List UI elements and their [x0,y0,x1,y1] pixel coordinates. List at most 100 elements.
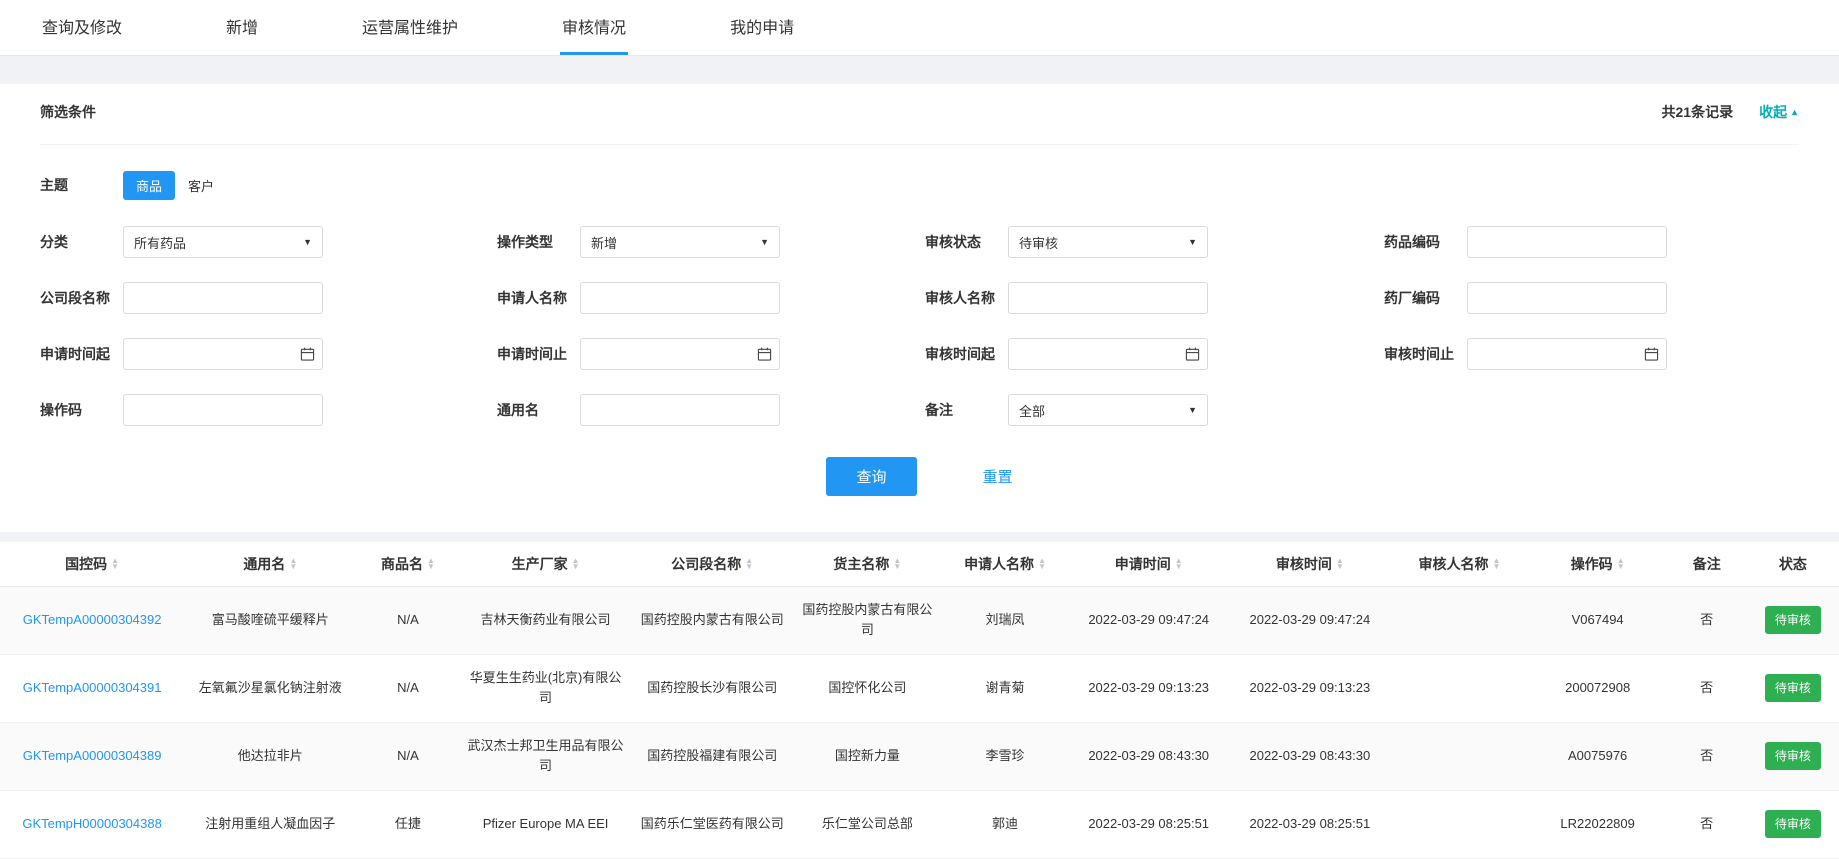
review-time-from-input[interactable] [1008,338,1208,370]
category-select[interactable]: 所有药品 ▼ [123,226,323,258]
op-code-input[interactable] [123,394,323,426]
cell-remark: 否 [1667,654,1747,722]
op-code-label: 操作码 [40,400,123,420]
cell-product-name: N/A [356,654,459,722]
review-time-to-input[interactable] [1467,338,1667,370]
cell-national-code: GKTempA00000304389 [0,722,184,790]
cell-company-segment: 国药控股内蒙古有限公司 [632,586,793,654]
drug-code-label: 药品编码 [1384,232,1467,252]
calendar-icon[interactable] [1185,347,1200,362]
col-status: 状态 [1747,542,1839,586]
col-national-code[interactable]: 国控码▲▼ [0,542,184,586]
sort-icon: ▲▼ [745,558,753,570]
national-code-link[interactable]: GKTempA00000304389 [23,748,162,763]
cell-company-segment: 国药乐仁堂医药有限公司 [632,790,793,858]
cell-applicant-name: 刘瑞凤 [942,586,1068,654]
col-label: 状态 [1779,554,1807,574]
generic-name-label: 通用名 [497,400,580,420]
remark-label: 备注 [925,400,1008,420]
applicant-name-input[interactable] [580,282,780,314]
table-row: GKTempA00000304391 左氧氟沙星氯化钠注射液 N/A 华夏生生药… [0,654,1839,722]
cell-manufacturer: 武汉杰士邦卫生用品有限公司 [459,722,631,790]
topic-product-chip[interactable]: 商品 [123,171,175,200]
national-code-link[interactable]: GKTempA00000304391 [23,680,162,695]
filter-field-review-status: 审核状态 待审核 ▼ [925,225,1384,259]
col-reviewer-name[interactable]: 审核人名称▲▼ [1390,542,1528,586]
filter-field-apply-time-to: 申请时间止 [497,337,925,371]
remark-select[interactable]: 全部 ▼ [1008,394,1208,426]
calendar-icon[interactable] [757,347,772,362]
cell-status: 待审核 [1747,654,1839,722]
filter-field-op-code: 操作码 [40,393,497,427]
col-review-time[interactable]: 审核时间▲▼ [1229,542,1390,586]
cell-generic-name: 注射用重组人凝血因子 [184,790,356,858]
col-apply-time[interactable]: 申请时间▲▼ [1068,542,1229,586]
col-label: 国控码 [65,554,107,574]
tab-operation-attr-maintenance[interactable]: 运营属性维护 [360,0,460,55]
tab-add-new[interactable]: 新增 [224,0,260,55]
cell-generic-name: 他达拉非片 [184,722,356,790]
national-code-link[interactable]: GKTempH00000304388 [22,816,162,831]
topic-customer-chip[interactable]: 客户 [175,171,227,200]
review-status-selected-value: 待审核 [1019,233,1058,252]
col-company-segment[interactable]: 公司段名称▲▼ [632,542,793,586]
apply-time-from-input[interactable] [123,338,323,370]
col-label: 审核人名称 [1419,554,1489,574]
calendar-icon[interactable] [1644,347,1659,362]
col-operation-code[interactable]: 操作码▲▼ [1529,542,1667,586]
col-label: 操作码 [1571,554,1613,574]
sort-icon: ▲▼ [893,558,901,570]
reviewer-name-input[interactable] [1008,282,1208,314]
cell-applicant-name: 郭迪 [942,790,1068,858]
factory-code-input[interactable] [1467,282,1667,314]
calendar-icon[interactable] [300,347,315,362]
category-selected-value: 所有药品 [134,233,186,252]
cell-owner-name: 国药控股内蒙古有限公司 [793,586,942,654]
status-badge[interactable]: 待审核 [1765,606,1821,635]
status-badge[interactable]: 待审核 [1765,810,1821,839]
col-label: 生产厂家 [512,554,568,574]
cell-manufacturer: Pfizer Europe MA EEI [459,790,631,858]
tab-my-applications[interactable]: 我的申请 [728,0,796,55]
filter-title: 筛选条件 [40,102,96,122]
tab-review-status[interactable]: 审核情况 [560,0,628,55]
cell-generic-name: 左氧氟沙星氯化钠注射液 [184,654,356,722]
chevron-down-icon: ▼ [1188,405,1197,415]
col-generic-name[interactable]: 通用名▲▼ [184,542,356,586]
cell-status: 待审核 [1747,586,1839,654]
cell-company-segment: 国药控股长沙有限公司 [632,654,793,722]
cell-company-segment: 国药控股福建有限公司 [632,722,793,790]
results-table: 国控码▲▼ 通用名▲▼ 商品名▲▼ 生产厂家▲▼ 公司段名称▲▼ 货主名称▲▼ … [0,542,1839,859]
generic-name-input[interactable] [580,394,780,426]
status-badge[interactable]: 待审核 [1765,674,1821,703]
reset-link[interactable]: 重置 [983,466,1013,487]
table-header-row: 国控码▲▼ 通用名▲▼ 商品名▲▼ 生产厂家▲▼ 公司段名称▲▼ 货主名称▲▼ … [0,542,1839,586]
cell-operation-code: V067494 [1529,586,1667,654]
cell-national-code: GKTempA00000304392 [0,586,184,654]
cell-generic-name: 富马酸喹硫平缓释片 [184,586,356,654]
operation-type-select[interactable]: 新增 ▼ [580,226,780,258]
status-badge[interactable]: 待审核 [1765,742,1821,771]
review-status-select[interactable]: 待审核 ▼ [1008,226,1208,258]
col-applicant-name[interactable]: 申请人名称▲▼ [942,542,1068,586]
collapse-link[interactable]: 收起 ▲ [1759,102,1799,122]
filter-field-drug-code: 药品编码 [1384,225,1799,259]
cell-national-code: GKTempH00000304388 [0,790,184,858]
drug-code-input[interactable] [1467,226,1667,258]
col-manufacturer[interactable]: 生产厂家▲▼ [459,542,631,586]
filter-field-operation-type: 操作类型 新增 ▼ [497,225,925,259]
cell-applicant-name: 谢青菊 [942,654,1068,722]
review-time-from-label: 审核时间起 [925,344,1008,364]
query-button[interactable]: 查询 [826,457,916,496]
national-code-link[interactable]: GKTempA00000304392 [23,612,162,627]
col-product-name[interactable]: 商品名▲▼ [356,542,459,586]
cell-review-time: 2022-03-29 09:13:23 [1229,654,1390,722]
col-owner-name[interactable]: 货主名称▲▼ [793,542,942,586]
apply-time-to-input[interactable] [580,338,780,370]
tab-query-modify[interactable]: 查询及修改 [40,0,124,55]
sort-icon: ▲▼ [1038,558,1046,570]
sort-icon: ▲▼ [289,558,297,570]
company-name-input[interactable] [123,282,323,314]
action-row: 查询 重置 [40,457,1799,496]
col-label: 申请时间 [1115,554,1171,574]
